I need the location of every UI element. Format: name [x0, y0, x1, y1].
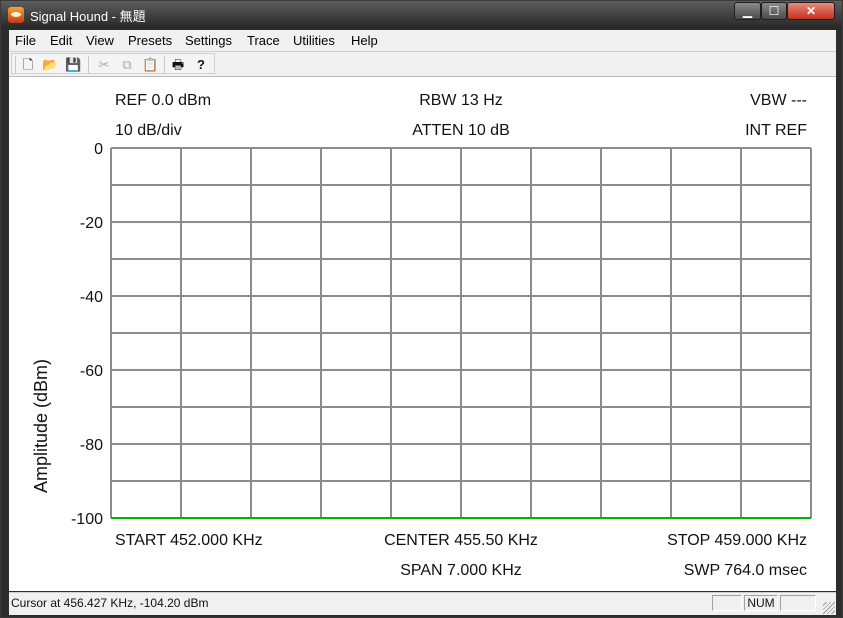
close-button[interactable]: ✕	[787, 2, 835, 20]
toolbar-grip[interactable]	[15, 56, 16, 73]
menu-presets[interactable]: Presets	[128, 33, 172, 48]
maximize-button[interactable]: ☐	[761, 2, 787, 20]
menu-utilities[interactable]: Utilities	[293, 33, 335, 48]
open-icon[interactable]: 📂	[42, 57, 58, 73]
print-icon[interactable]: 🖶	[170, 57, 186, 73]
menu-edit[interactable]: Edit	[50, 33, 72, 48]
minimize-button[interactable]: ▁	[734, 2, 761, 20]
status-pane-scroll	[780, 595, 816, 611]
menu-bar: File Edit View Presets Settings Trace Ut…	[9, 30, 836, 52]
help-icon[interactable]: ?	[193, 57, 209, 73]
cut-icon[interactable]: ✂	[96, 57, 112, 73]
new-icon[interactable]: 🗋	[20, 57, 36, 73]
copy-icon[interactable]: ⧉	[119, 57, 135, 73]
y-tick-label: -80	[80, 437, 103, 454]
resize-grip[interactable]	[823, 602, 835, 614]
menu-file[interactable]: File	[15, 33, 36, 48]
status-bar: Cursor at 456.427 KHz, -104.20 dBm NUM	[9, 592, 836, 615]
menu-trace[interactable]: Trace	[247, 33, 280, 48]
menu-help[interactable]: Help	[351, 33, 378, 48]
y-tick-label: -60	[80, 363, 103, 380]
y-tick-label: -100	[71, 511, 103, 528]
y-tick-label: -40	[80, 289, 103, 306]
start-freq-label: START 452.000 KHz	[115, 532, 263, 549]
toolbar: 🗋 📂 💾 ✂ ⧉ 📋 🖶 ?	[9, 52, 836, 77]
spectrum-display[interactable]: REF 0.0 dBm 10 dB/div RBW 13 Hz ATTEN 10…	[9, 77, 836, 591]
sweep-time-label: SWP 764.0 msec	[683, 562, 807, 579]
paste-icon[interactable]: 📋	[142, 57, 158, 73]
signal-hound-app-icon[interactable]	[8, 7, 24, 23]
app-window: Signal Hound - 無題 ▁ ☐ ✕ File Edit View P…	[0, 0, 843, 618]
y-tick-label: 0	[94, 141, 103, 158]
save-icon[interactable]: 💾	[65, 57, 81, 73]
stop-freq-label: STOP 459.000 KHz	[667, 532, 807, 549]
title-bar[interactable]: Signal Hound - 無題 ▁ ☐ ✕	[1, 1, 842, 29]
menu-view[interactable]: View	[86, 33, 114, 48]
status-pane-num: NUM	[744, 595, 778, 611]
toolbar-separator	[164, 56, 165, 73]
y-tick-label: -20	[80, 215, 103, 232]
window-title: Signal Hound - 無題	[30, 9, 146, 24]
spectrum-plot[interactable]: 0 -20 -40 -60 -80 -100	[9, 77, 836, 591]
cursor-readout: Cursor at 456.427 KHz, -104.20 dBm	[11, 596, 209, 610]
center-freq-label: CENTER 455.50 KHz	[384, 532, 538, 549]
status-pane-caps	[712, 595, 742, 611]
menu-settings[interactable]: Settings	[185, 33, 232, 48]
span-label: SPAN 7.000 KHz	[400, 562, 522, 579]
toolbar-separator	[88, 56, 89, 73]
standard-toolstrip: 🗋 📂 💾 ✂ ⧉ 📋 🖶 ?	[11, 53, 215, 74]
